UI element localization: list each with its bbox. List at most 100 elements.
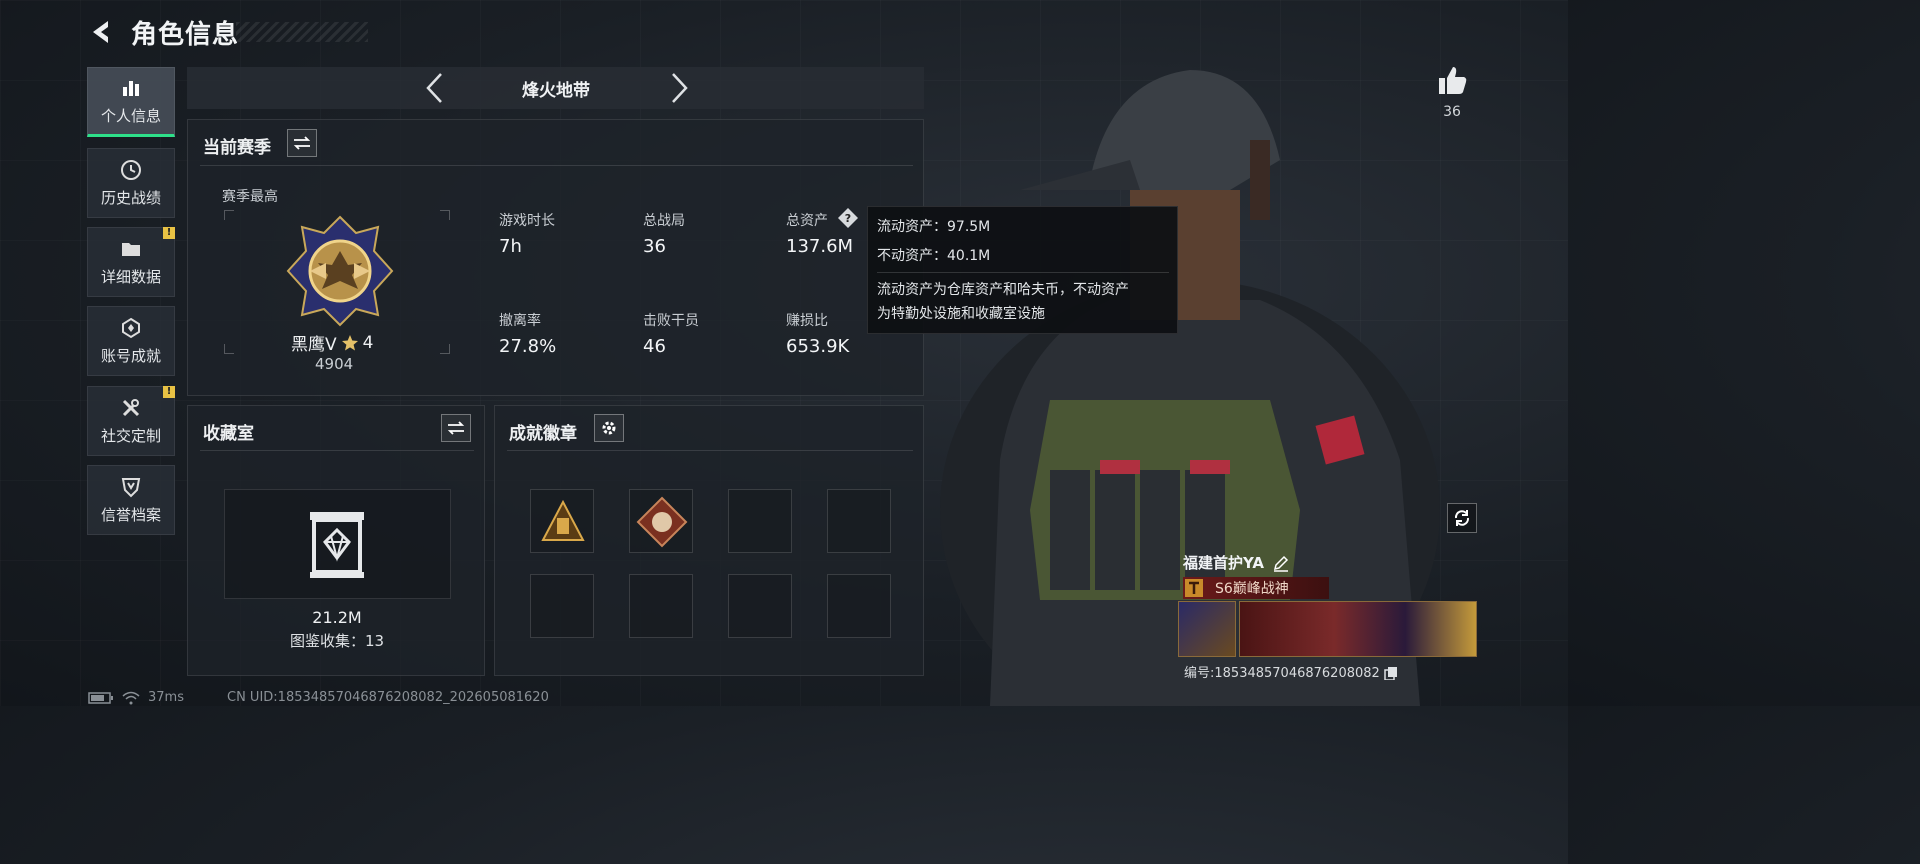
svg-text:?: ? <box>845 212 851 225</box>
nav-label: 账号成就 <box>100 346 161 365</box>
title-decoration <box>236 22 368 42</box>
page-title: 角色信息 <box>131 20 240 50</box>
nav-label: 历史战绩 <box>100 188 161 207</box>
collection-panel: 收藏室 21.2M 图鉴收集：13 <box>187 405 485 676</box>
clock-icon <box>120 159 142 181</box>
rotate-icon <box>1454 510 1470 526</box>
folder-icon <box>120 238 142 260</box>
badges-settings-button[interactable] <box>594 414 624 442</box>
help-button[interactable]: ? <box>837 207 859 229</box>
season-best-label: 赛季最高 <box>222 189 278 205</box>
rank-stars: 4 <box>362 332 374 353</box>
edit-name-button[interactable] <box>1272 554 1290 572</box>
wifi-icon <box>122 691 140 704</box>
collection-title: 收藏室 <box>203 424 254 444</box>
player-banner[interactable] <box>1239 601 1477 657</box>
stat-label: 总战局 <box>643 213 685 229</box>
badges-title: 成就徽章 <box>509 424 577 444</box>
collection-preview[interactable] <box>224 489 451 599</box>
divider <box>200 165 913 166</box>
asset-tooltip: 流动资产：97.5M 不动资产：40.1M 流动资产为仓库资产和哈夫币，不动资产… <box>867 206 1178 334</box>
like-button[interactable] <box>1435 64 1469 98</box>
rank-name-row: 黑鹰V 4 <box>291 330 374 356</box>
player-avatar[interactable] <box>1178 601 1236 657</box>
pyramid-badge-icon <box>541 499 585 541</box>
nav-label: 信誉档案 <box>100 505 161 524</box>
frame-corner <box>440 210 450 220</box>
nav-label: 社交定制 <box>100 426 161 445</box>
rank-name: 黑鹰V <box>291 335 337 355</box>
title-tag: S6巅峰战神 <box>1183 577 1329 599</box>
back-button[interactable] <box>86 16 118 48</box>
stat-label: 赚损比 <box>786 313 828 329</box>
wolf-badge-icon <box>636 496 688 548</box>
battery-icon <box>88 691 113 704</box>
question-icon: ? <box>838 208 858 228</box>
nav-item-detailed-data[interactable]: ! 详细数据 <box>87 227 175 297</box>
nav-label: 个人信息 <box>100 106 161 125</box>
nav-label: 详细数据 <box>100 267 161 286</box>
bar-chart-icon <box>120 77 142 99</box>
wrench-icon <box>120 397 142 419</box>
nav-item-social-custom[interactable]: ! 社交定制 <box>87 386 175 456</box>
badge-slot[interactable] <box>530 574 594 638</box>
copy-icon <box>1384 666 1397 681</box>
tooltip-desc-2: 为特勤处设施和收藏室设施 <box>877 306 1045 322</box>
rank-emblem-icon <box>286 215 394 327</box>
stat-value: 653.9K <box>786 336 850 357</box>
badge-slot[interactable] <box>629 574 693 638</box>
badge-slot[interactable] <box>728 574 792 638</box>
season-switch-button[interactable] <box>287 129 317 157</box>
frame-corner <box>440 344 450 354</box>
stat-value: 27.8% <box>499 336 557 357</box>
vault-icon <box>310 512 364 578</box>
season-title: 当前赛季 <box>203 138 271 158</box>
tooltip-divider <box>877 272 1169 273</box>
nav-item-personal-info[interactable]: 个人信息 <box>87 67 175 137</box>
player-id-row: 编号:1853485704687620808​2 <box>1184 662 1398 681</box>
rotate-button[interactable] <box>1447 503 1477 533</box>
star-icon <box>341 334 358 350</box>
tooltip-liquid: 流动资产：97.5M <box>877 219 991 235</box>
gear-icon <box>602 421 616 435</box>
copy-id-button[interactable] <box>1384 665 1398 681</box>
badge-slot[interactable] <box>827 574 891 638</box>
player-name-row: 福建首护YA <box>1183 552 1290 573</box>
nav-item-reputation[interactable]: 信誉档案 <box>87 465 175 535</box>
divider <box>200 450 474 451</box>
badge-slot[interactable] <box>530 489 594 553</box>
nav-item-history[interactable]: 历史战绩 <box>87 148 175 218</box>
stat-value: 7h <box>499 236 522 257</box>
stat-label: 撤离率 <box>499 313 541 329</box>
medal-icon <box>120 317 142 339</box>
frame-corner <box>224 344 234 354</box>
alert-badge: ! <box>163 227 175 239</box>
rank-score: 4904 <box>315 355 354 373</box>
badge-slot[interactable] <box>827 489 891 553</box>
stat-value: 137.6M <box>786 236 854 257</box>
badge-slot[interactable] <box>728 489 792 553</box>
chevron-left-icon <box>426 73 442 103</box>
chevron-right-icon <box>672 73 688 103</box>
collection-switch-button[interactable] <box>441 414 471 442</box>
collection-value: 21.2M <box>312 608 362 627</box>
badge-slot[interactable] <box>629 489 693 553</box>
status-bar: 37ms <box>88 690 184 705</box>
prev-mode-button[interactable] <box>424 72 446 104</box>
title-tag-label: S6巅峰战神 <box>1215 581 1289 597</box>
stat-label: 游戏时长 <box>499 213 555 229</box>
title-emblem-icon <box>1185 579 1203 597</box>
swap-icon <box>293 136 311 150</box>
next-mode-button[interactable] <box>668 72 690 104</box>
shield-icon <box>120 476 142 498</box>
frame-corner <box>224 210 234 220</box>
stat-value: 46 <box>643 336 666 357</box>
tooltip-fixed: 不动资产：40.1M <box>877 248 991 264</box>
stat-label: 击败干员 <box>643 313 699 329</box>
nav-item-achievements[interactable]: 账号成就 <box>87 306 175 376</box>
season-panel: 当前赛季 赛季最高 黑鹰V 4 4904 游戏时长 7h 总战局 36 总资产 … <box>187 119 924 396</box>
mode-label: 烽火地带 <box>522 81 590 101</box>
tooltip-desc-1: 流动资产为仓库资产和哈夫币，不动资产 <box>877 282 1129 298</box>
player-name: 福建首护YA <box>1183 554 1265 572</box>
stat-value: 36 <box>643 236 666 257</box>
